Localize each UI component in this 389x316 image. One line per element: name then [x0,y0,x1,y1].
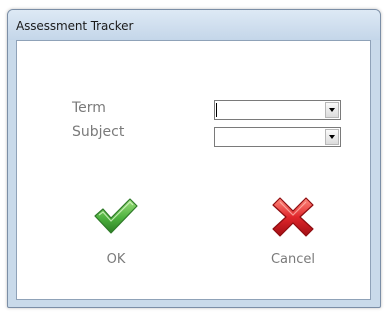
subject-label: Subject [72,124,125,140]
cancel-button[interactable]: Cancel [253,196,333,276]
checkmark-icon [94,198,138,234]
ok-label: OK [106,252,126,267]
subject-dropdown[interactable] [214,127,341,147]
window-title: Assessment Tracker [16,19,134,33]
term-label: Term [72,100,106,116]
chevron-down-icon[interactable] [325,129,339,145]
cancel-label: Cancel [270,252,316,267]
text-caret [216,103,217,117]
dialog-body: Term Subject OK Cancel [16,40,371,300]
term-dropdown[interactable] [214,100,341,120]
ok-button[interactable]: OK [76,196,156,276]
title-bar[interactable]: Assessment Tracker [8,10,380,40]
chevron-down-icon[interactable] [325,102,339,118]
close-icon [272,197,314,237]
dialog-window: Assessment Tracker Term Subject OK Cance… [7,9,381,308]
